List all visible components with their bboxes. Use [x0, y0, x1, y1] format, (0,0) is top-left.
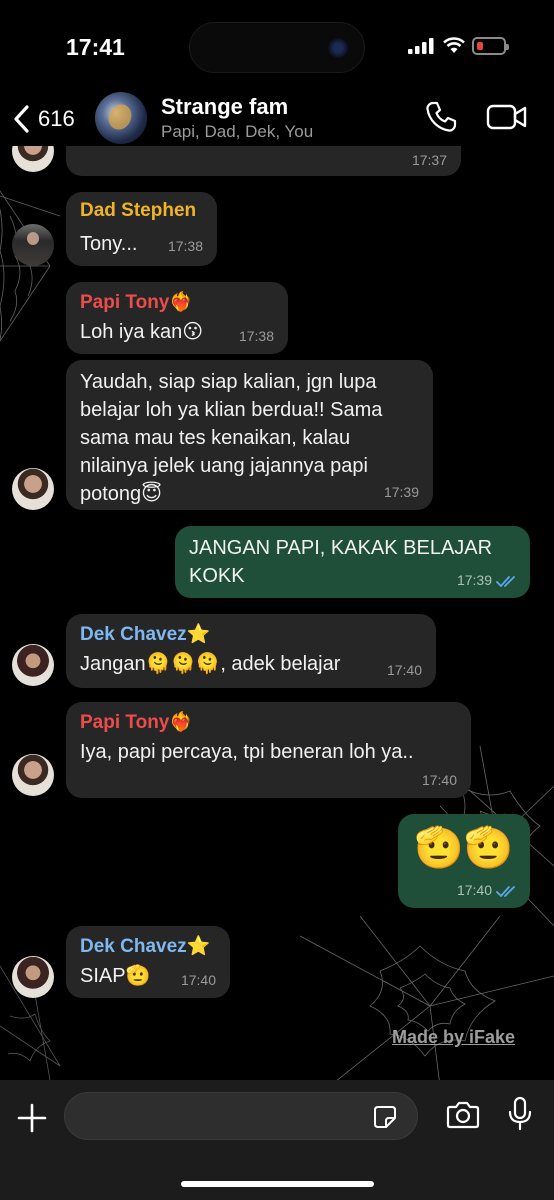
status-time: 17:41: [66, 34, 125, 60]
avatar[interactable]: [12, 146, 54, 172]
message-bubble[interactable]: Dad Stephen Tony... 17:38: [66, 192, 217, 266]
message-text: Iya, papi percaya, tpi beneran loh ya..: [80, 741, 414, 763]
message-text: Loh iya kan😗: [80, 321, 204, 343]
read-ticks-icon: [496, 886, 515, 898]
message-bubble[interactable]: Papi Tony❤️‍🔥 Loh iya kan😗 17:38: [66, 282, 288, 354]
message-time: 17:40: [386, 662, 422, 678]
message-text: Jangan🫠🫠🫠, adek belajar: [80, 653, 341, 675]
status-bar: 17:41: [0, 0, 554, 90]
chat-header: 616 Strange fam Papi, Dad, Dek, You: [0, 88, 554, 146]
group-members[interactable]: Papi, Dad, Dek, You: [161, 122, 313, 142]
message-text-line: sama mau tes kenaikan, kalau: [80, 427, 351, 449]
message-text-line: belajar loh ya klian berdua!! Sama: [80, 399, 383, 421]
message-time: 17:40: [421, 772, 457, 788]
sender-name: Dek Chavez⭐: [80, 624, 211, 645]
message-time: 17:38: [167, 238, 203, 254]
camera-icon[interactable]: [446, 1100, 480, 1130]
message-bubble[interactable]: 17:37: [66, 146, 461, 176]
message-time: 17:37: [411, 152, 447, 168]
avatar[interactable]: [12, 956, 54, 998]
message-text-line: Yaudah, siap siap kalian, jgn lupa: [80, 371, 377, 393]
message-time: 17:40: [456, 882, 492, 898]
group-name[interactable]: Strange fam: [161, 94, 288, 120]
message-bubble-outgoing[interactable]: JANGAN PAPI, KAKAK BELAJAR KOKK 17:39: [175, 526, 530, 598]
sticker-icon[interactable]: [373, 1105, 397, 1129]
message-text-line: KOKK: [189, 565, 245, 587]
spiderweb-decoration: [300, 916, 554, 1080]
message-time: 17:39: [383, 484, 419, 500]
message-text-line: JANGAN PAPI, KAKAK BELAJAR: [189, 537, 493, 559]
avatar[interactable]: [12, 754, 54, 796]
message-bubble[interactable]: Dek Chavez⭐ Jangan🫠🫠🫠, adek belajar 17:4…: [66, 614, 436, 688]
sender-name: Papi Tony❤️‍🔥: [80, 292, 194, 313]
microphone-icon[interactable]: [508, 1096, 532, 1132]
message-time: 17:38: [238, 328, 274, 344]
message-input[interactable]: [64, 1092, 418, 1140]
message-time: 17:39: [456, 572, 492, 588]
unread-count: 616: [38, 106, 75, 131]
message-bubble[interactable]: Yaudah, siap siap kalian, jgn lupa belaj…: [66, 360, 433, 510]
sender-name: Dad Stephen: [80, 200, 197, 221]
watermark: Made by iFake: [392, 1027, 516, 1047]
composer-bar: [0, 1080, 554, 1200]
avatar[interactable]: [12, 644, 54, 686]
sender-name: Papi Tony❤️‍🔥: [80, 712, 194, 733]
video-camera-icon[interactable]: [486, 102, 528, 132]
message-bubble[interactable]: Dek Chavez⭐ SIAP🫡 17:40: [66, 926, 230, 998]
message-text: SIAP🫡: [80, 965, 151, 987]
avatar[interactable]: [12, 468, 54, 510]
wifi-icon: [443, 37, 465, 53]
message-bubble[interactable]: Papi Tony❤️‍🔥 Iya, papi percaya, tpi ben…: [66, 702, 471, 798]
spiderweb-decoration: [0, 190, 61, 342]
battery-icon: [472, 37, 509, 55]
plus-icon[interactable]: [14, 1100, 50, 1136]
phone-icon[interactable]: [424, 100, 458, 134]
message-time: 17:40: [180, 972, 216, 988]
message-text-line: nilainya jelek uang jajannya papi: [80, 455, 368, 477]
message-text: Tony...: [80, 233, 138, 255]
back-button[interactable]: 616: [12, 102, 92, 136]
message-bubble-outgoing[interactable]: 🫡🫡 17:40: [398, 814, 530, 908]
avatar[interactable]: [12, 224, 54, 266]
chevron-left-icon: [14, 105, 29, 133]
read-ticks-icon: [496, 576, 515, 588]
message-text-line: potong😇: [80, 483, 163, 505]
cellular-signal-icon: [408, 38, 434, 54]
message-list[interactable]: 17:37 Dad Stephen Tony... 17:38 Papi Ton…: [0, 146, 554, 1080]
message-text: 🫡🫡: [414, 826, 514, 870]
home-indicator: [181, 1181, 374, 1187]
group-avatar[interactable]: [95, 92, 147, 144]
dynamic-island: [189, 22, 365, 73]
sender-name: Dek Chavez⭐: [80, 936, 211, 957]
